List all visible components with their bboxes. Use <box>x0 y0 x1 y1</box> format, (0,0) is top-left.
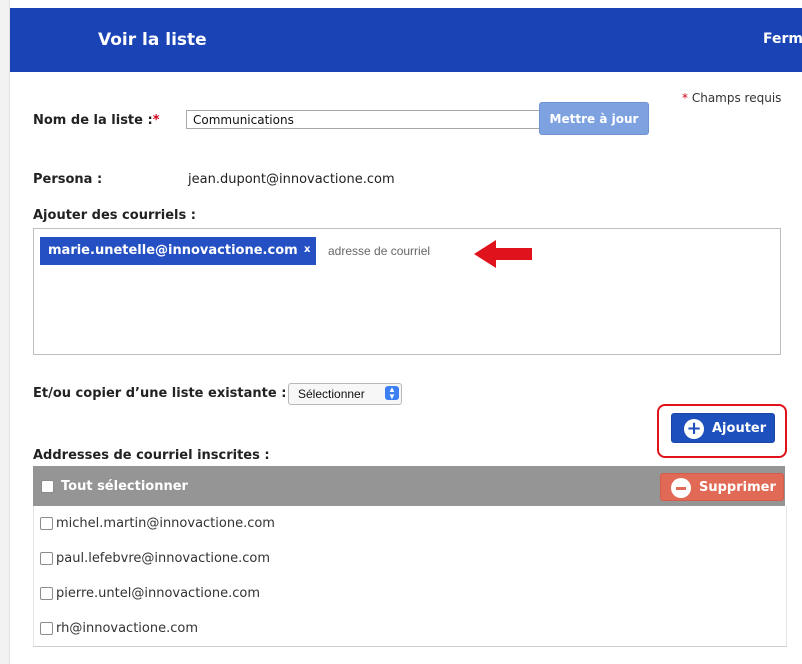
required-note-text: Champs requis <box>691 91 782 105</box>
red-arrow-icon <box>474 240 532 268</box>
select-value: Sélectionner <box>298 387 365 401</box>
row-checkbox[interactable] <box>40 517 53 530</box>
dialog-title: Voir la liste <box>98 30 207 50</box>
row-email: paul.lefebvre@innovactione.com <box>56 551 271 566</box>
select-all-label[interactable]: Tout sélectionner <box>61 479 188 494</box>
delete-button[interactable]: Supprimer <box>660 473 784 501</box>
required-star: * <box>152 113 160 128</box>
row-email: pierre.untel@innovactione.com <box>56 586 261 601</box>
row-checkbox[interactable] <box>40 587 53 600</box>
email-address-input[interactable] <box>326 241 480 261</box>
delete-button-label: Supprimer <box>699 480 776 495</box>
list-name-label: Nom de la liste :* <box>33 113 160 128</box>
row-checkbox[interactable] <box>40 622 53 635</box>
select-all-checkbox[interactable] <box>41 480 54 493</box>
add-button-label: Ajouter <box>712 421 767 436</box>
chip-remove-icon[interactable]: x <box>304 244 310 255</box>
select-arrows-icon: ▲ ▼ <box>385 386 399 401</box>
table-header: Tout sélectionner Supprimer <box>33 466 785 506</box>
table-row: rh@innovactione.com <box>33 611 787 647</box>
row-email: michel.martin@innovactione.com <box>56 516 275 531</box>
plus-icon: + <box>684 419 704 439</box>
persona-label: Persona : <box>33 172 103 187</box>
required-star: * <box>682 91 688 105</box>
required-fields-note: * Champs requis <box>682 91 781 105</box>
row-checkbox[interactable] <box>40 552 53 565</box>
close-button[interactable]: Fermer <box>763 31 802 47</box>
list-name-input[interactable] <box>186 110 542 129</box>
copy-list-label: Et/ou copier d’une liste existante : <box>33 386 287 401</box>
email-chip-text: marie.unetelle@innovactione.com <box>48 243 298 258</box>
persona-value: jean.dupont@innovactione.com <box>188 172 395 187</box>
dialog-header: Voir la liste Fermer <box>10 8 802 72</box>
minus-icon <box>671 478 691 498</box>
email-chip: marie.unetelle@innovactione.com x <box>40 237 316 265</box>
subscribed-emails-label: Addresses de courriel inscrites : <box>33 448 270 463</box>
emails-input-box[interactable]: marie.unetelle@innovactione.com x <box>33 228 781 355</box>
update-button[interactable]: Mettre à jour <box>539 102 649 135</box>
list-name-label-text: Nom de la liste : <box>33 113 153 128</box>
add-button[interactable]: + Ajouter <box>671 413 775 443</box>
existing-list-select[interactable]: Sélectionner ▲ ▼ <box>288 383 402 405</box>
table-row: michel.martin@innovactione.com <box>33 506 787 542</box>
left-edge <box>0 0 10 664</box>
row-email: rh@innovactione.com <box>56 621 199 636</box>
table-row: paul.lefebvre@innovactione.com <box>33 541 787 577</box>
add-emails-label: Ajouter des courriels : <box>33 208 196 223</box>
table-row: pierre.untel@innovactione.com <box>33 576 787 612</box>
